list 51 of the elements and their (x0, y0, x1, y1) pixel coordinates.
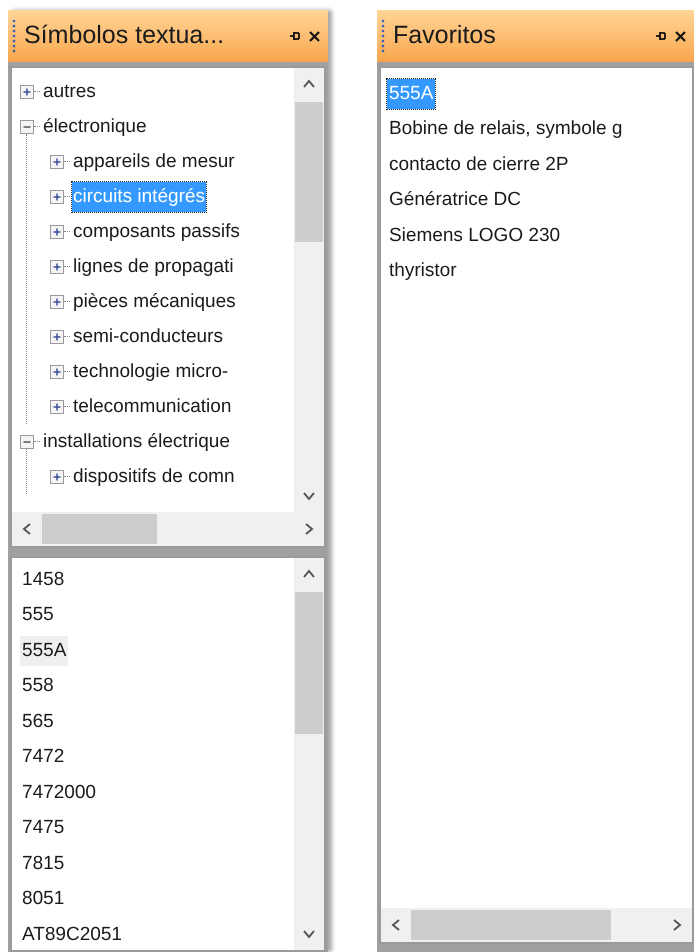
list-item[interactable]: 555A (20, 636, 68, 666)
list-item[interactable]: 7472 (20, 742, 66, 772)
tree-item[interactable]: technologie micro- (72, 356, 230, 386)
panel-title: Símbolos textua... (24, 20, 226, 52)
tree-item[interactable]: dispositifs de comn (72, 462, 236, 492)
pin-icon[interactable] (655, 30, 667, 42)
scrollbar-thumb[interactable] (295, 592, 323, 734)
list-item[interactable]: 565 (20, 706, 56, 737)
tree-item[interactable]: composants passifs (72, 216, 241, 246)
expand-icon[interactable] (50, 364, 64, 378)
tree-item[interactable]: appareils de mesur (72, 146, 236, 176)
tree-item[interactable]: lignes de propagati (72, 252, 235, 282)
list-item[interactable]: 558 (20, 671, 56, 702)
list-item[interactable]: 1458 (20, 564, 66, 595)
tree-item[interactable]: telecommunication (72, 392, 232, 422)
tree-item[interactable]: électronique (42, 112, 148, 142)
scrollbar-thumb[interactable] (295, 102, 323, 242)
scrollbar-thumb[interactable] (42, 514, 157, 544)
expand-icon[interactable] (50, 400, 64, 414)
tree-item[interactable]: installations électrique (42, 426, 231, 456)
expand-icon[interactable] (20, 84, 34, 98)
collapse-icon[interactable] (20, 120, 34, 134)
list-item[interactable]: Génératrice DC (387, 185, 523, 216)
expand-icon[interactable] (50, 224, 64, 238)
list-item[interactable]: Siemens LOGO 230 (387, 220, 562, 251)
expand-icon[interactable] (50, 260, 64, 274)
list-item[interactable]: 8051 (20, 884, 66, 914)
tree-item[interactable]: semi-conducteurs (72, 322, 224, 352)
tree-item[interactable]: autres (42, 76, 97, 106)
list-item[interactable]: AT89C2051 (20, 920, 124, 950)
expand-icon[interactable] (50, 330, 64, 344)
scrollbar-thumb[interactable] (411, 910, 611, 940)
list-item[interactable]: thyristor (387, 256, 459, 286)
pin-icon[interactable] (289, 30, 301, 42)
grip-icon[interactable] (12, 19, 16, 53)
list-item[interactable]: Bobine de relais, symbole g (387, 114, 624, 144)
expand-icon[interactable] (50, 190, 64, 204)
expand-icon[interactable] (50, 154, 64, 168)
panel-title: Favoritos (393, 20, 497, 52)
expand-icon[interactable] (50, 294, 64, 308)
close-icon[interactable] (675, 30, 686, 42)
tree-item[interactable]: pièces mécaniques (72, 286, 237, 316)
list-item[interactable]: 7475 (20, 813, 66, 844)
collapse-icon[interactable] (20, 434, 34, 448)
list-item[interactable]: 7815 (20, 848, 66, 879)
grip-icon[interactable] (381, 19, 385, 53)
list-item[interactable]: 555 (20, 600, 56, 630)
expand-icon[interactable] (50, 470, 64, 484)
list-item[interactable]: 7472000 (20, 778, 98, 808)
close-icon[interactable] (309, 30, 320, 42)
list-item[interactable]: contacto de cierre 2P (387, 150, 571, 180)
